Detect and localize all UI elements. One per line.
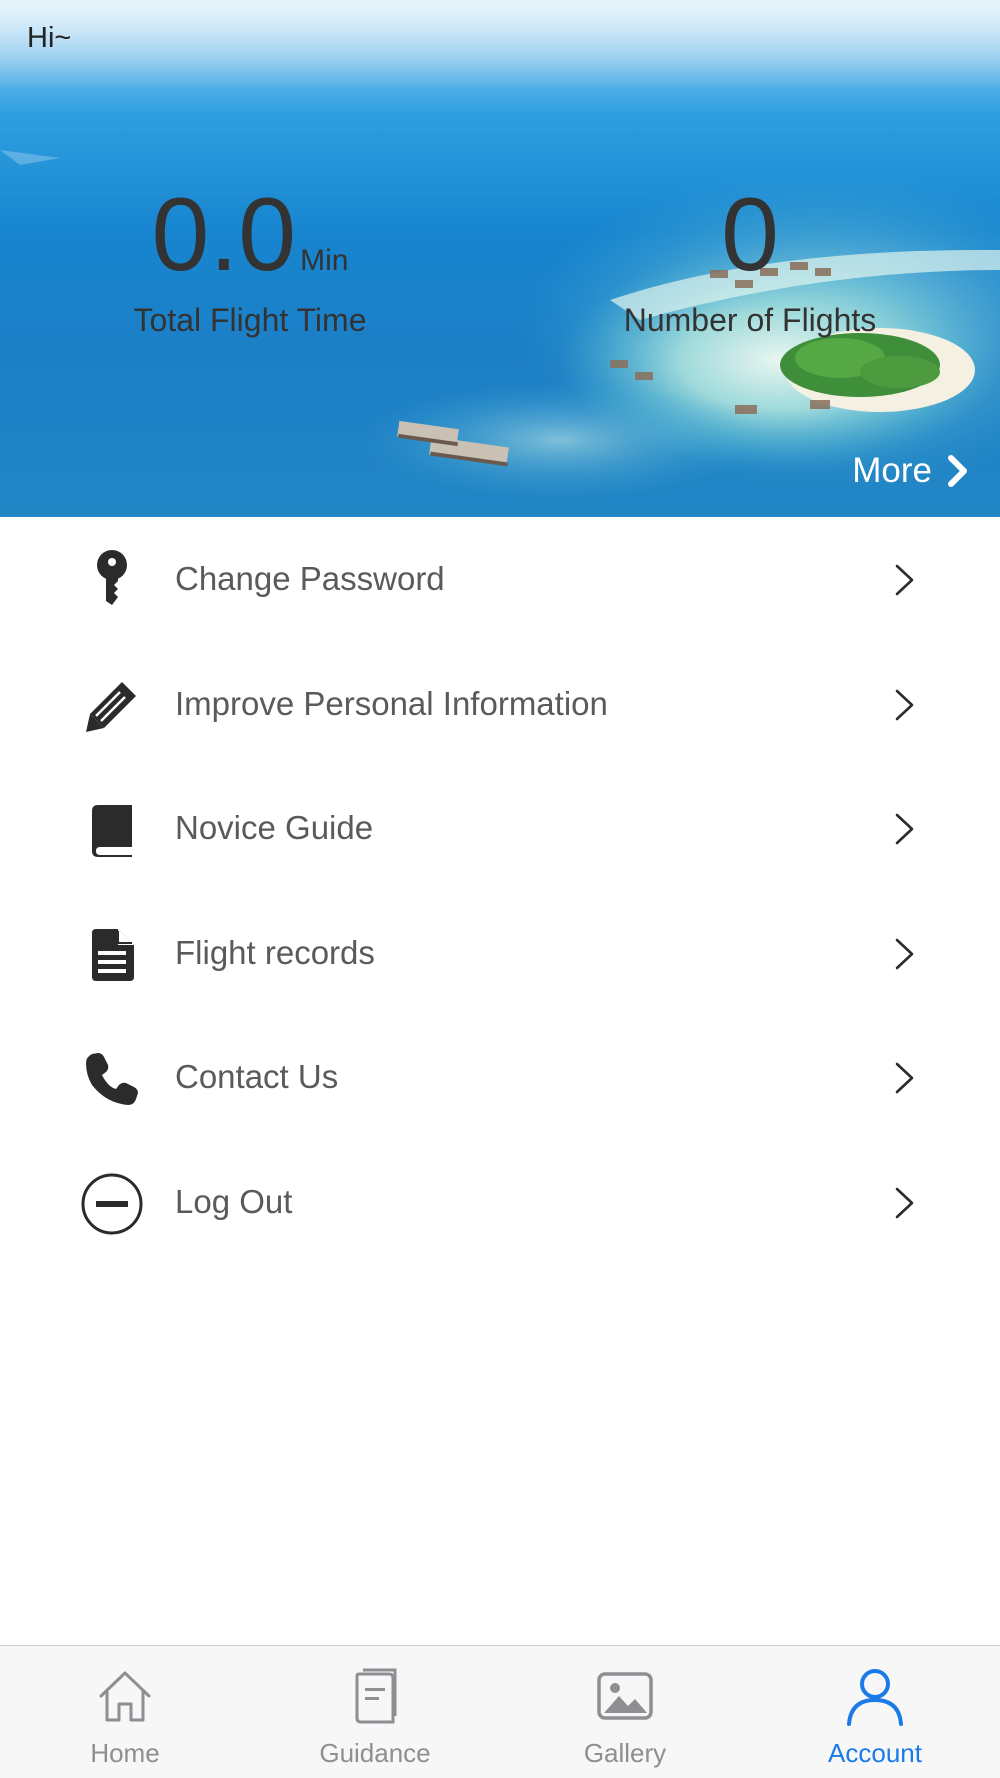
chevron-right-icon (895, 938, 914, 969)
menu-item-change-password[interactable]: Change Password (0, 517, 1000, 642)
menu-item-contact-us[interactable]: Contact Us (0, 1015, 1000, 1140)
total-flight-time-label: Total Flight Time (133, 302, 367, 338)
number-of-flights-stat: 0 Number of Flights (560, 180, 940, 339)
tab-label: Guidance (319, 1738, 431, 1768)
tab-label: Home (90, 1738, 160, 1768)
account-menu: Change Password Improve Personal Informa… (0, 517, 1000, 1264)
book-icon (80, 798, 144, 862)
chevron-right-icon (895, 689, 914, 720)
key-icon (80, 549, 144, 613)
menu-item-label: Contact Us (175, 1058, 339, 1095)
menu-item-improve-personal-information[interactable]: Improve Personal Information (0, 642, 1000, 767)
minus-circle-icon (80, 1172, 144, 1236)
tab-label: Gallery (583, 1738, 667, 1768)
greeting-text: Hi~ (27, 22, 72, 54)
number-of-flights-value: 0 (721, 177, 779, 293)
tab-home[interactable]: Home (0, 1646, 250, 1778)
menu-item-flight-records[interactable]: Flight records (0, 891, 1000, 1016)
menu-item-label: Novice Guide (175, 809, 374, 846)
tab-account[interactable]: Account (750, 1646, 1000, 1778)
tab-guidance[interactable]: Guidance (250, 1646, 500, 1778)
bottom-tab-bar: Home Guidance Gallery Account (0, 1645, 1000, 1778)
chevron-right-icon (895, 813, 914, 845)
menu-item-label: Change Password (175, 560, 445, 597)
tab-label: Account (828, 1738, 922, 1768)
menu-item-log-out[interactable]: Log Out (0, 1140, 1000, 1265)
menu-item-label: Flight records (175, 933, 375, 971)
home-icon (99, 1671, 151, 1722)
account-icon (847, 1669, 903, 1726)
menu-item-label: Log Out (175, 1182, 293, 1220)
tab-gallery[interactable]: Gallery (500, 1646, 750, 1778)
number-of-flights-label: Number of Flights (623, 302, 877, 338)
document-icon (80, 923, 144, 987)
pencil-icon (80, 674, 144, 738)
total-flight-time-unit: Min (300, 244, 349, 277)
menu-item-novice-guide[interactable]: Novice Guide (0, 766, 1000, 891)
guidance-icon (355, 1668, 397, 1724)
gallery-icon (597, 1672, 653, 1720)
hero-banner: Hi~ 0.0 Min Total Flight Time 0 Number of… (0, 0, 1000, 517)
menu-item-label: Improve Personal Information (175, 684, 608, 722)
total-flight-time-value: 0.0 (151, 177, 297, 293)
phone-icon (80, 1047, 144, 1111)
more-label: More (852, 451, 932, 490)
more-button[interactable]: More (852, 448, 970, 494)
chevron-right-icon (895, 564, 914, 596)
chevron-right-icon (895, 1187, 914, 1218)
account-screen: Hi~ 0.0 Min Total Flight Time 0 Number of… (0, 0, 1000, 1778)
chevron-right-icon (948, 455, 967, 487)
chevron-right-icon (895, 1062, 914, 1094)
total-flight-time-stat: 0.0 Min Total Flight Time (60, 180, 440, 339)
